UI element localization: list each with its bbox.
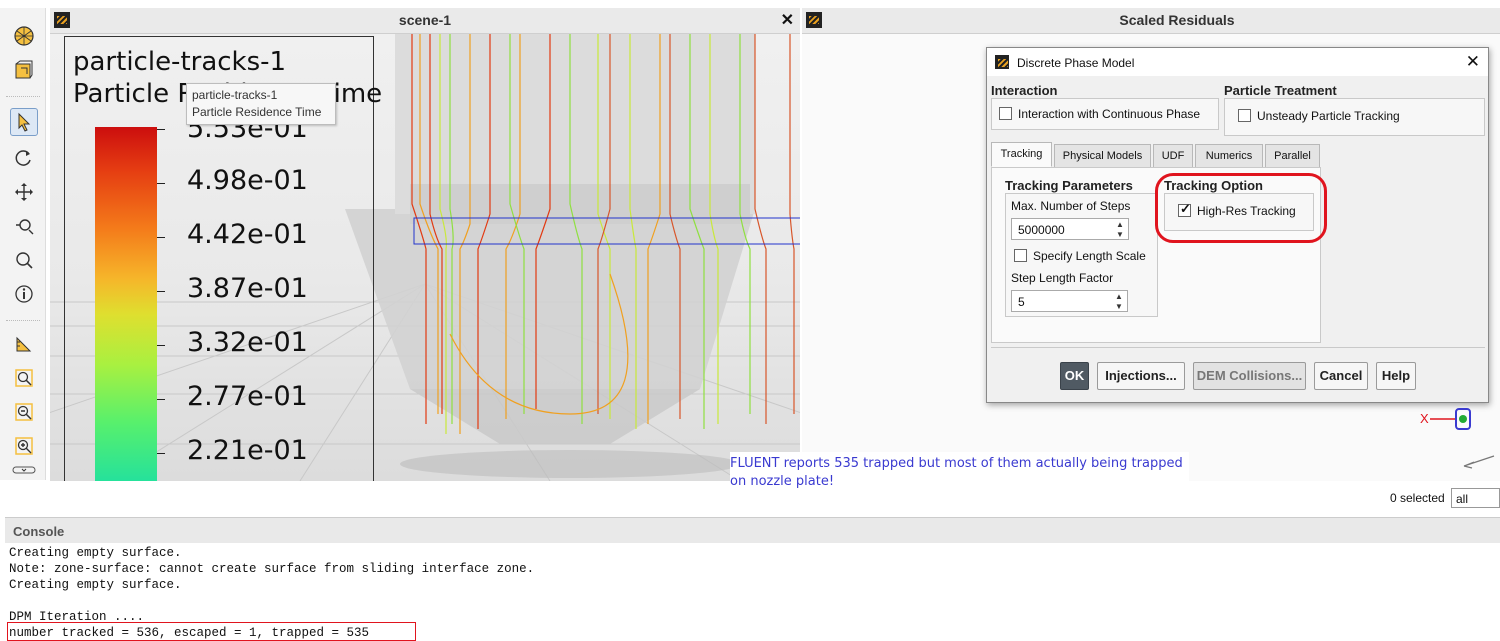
tab-udf[interactable]: UDF	[1153, 144, 1193, 168]
select-pointer-icon[interactable]	[10, 108, 38, 136]
injections-button[interactable]: Injections...	[1097, 362, 1185, 390]
spin-up-icon[interactable]: ▲	[1114, 293, 1124, 301]
legend-tick	[157, 183, 165, 184]
zoom-icon[interactable]	[10, 246, 38, 274]
more-tools-icon[interactable]	[10, 464, 38, 476]
max-steps-input[interactable]: 5000000 ▲ ▼	[1011, 218, 1129, 240]
residuals-title: Scaled Residuals	[1119, 12, 1235, 28]
highlight-box	[7, 622, 416, 641]
dialog-title: Discrete Phase Model	[1017, 56, 1135, 70]
legend-tick-label: 4.98e-01	[187, 165, 308, 196]
graphics-toolbar	[0, 8, 46, 480]
fit-sphere-icon[interactable]	[10, 22, 38, 50]
button-divider	[991, 347, 1485, 348]
interaction-checkbox[interactable]	[999, 107, 1012, 120]
spin-up-icon[interactable]: ▲	[1115, 221, 1125, 229]
console-line: Creating empty surface.	[9, 578, 182, 592]
particle-treatment-header: Particle Treatment	[1224, 83, 1337, 98]
tab-physical-models[interactable]: Physical Models	[1054, 144, 1151, 168]
legend-tick-label: 2.77e-01	[187, 381, 308, 412]
step-length-value: 5	[1018, 295, 1025, 309]
info-icon[interactable]	[10, 280, 38, 308]
console-header: Console	[5, 517, 1500, 543]
ansys-app-icon	[995, 55, 1009, 69]
tab-numerics[interactable]: Numerics	[1195, 144, 1263, 168]
scene-window-titlebar: scene-1 ✕	[50, 8, 800, 34]
selection-filter-dropdown[interactable]: all	[1451, 488, 1500, 508]
zoom-interactive-icon[interactable]	[10, 212, 38, 240]
cancel-button[interactable]: Cancel	[1314, 362, 1368, 390]
console-line: Creating empty surface.	[9, 546, 182, 560]
interaction-group-header: Interaction	[991, 83, 1058, 98]
tooltip-line: Particle Residence Time	[192, 105, 322, 119]
tab-tracking[interactable]: Tracking	[991, 142, 1052, 167]
legend-tick-label: 3.87e-01	[187, 273, 308, 304]
ruler-icon[interactable]	[10, 330, 38, 358]
pan-icon[interactable]	[10, 178, 38, 206]
dialog-titlebar: Discrete Phase Model ✕	[987, 48, 1488, 76]
legend-tick-label: 2.21e-01	[187, 435, 308, 466]
svg-text:X: X	[1420, 411, 1429, 426]
tracking-parameters-header: Tracking Parameters	[1005, 178, 1133, 193]
spin-down-icon[interactable]: ▼	[1114, 303, 1124, 311]
console-title: Console	[13, 524, 65, 539]
colorbar	[95, 127, 157, 481]
legend-tick	[157, 399, 165, 400]
help-button[interactable]: Help	[1376, 362, 1416, 390]
unsteady-tracking-checkbox[interactable]	[1238, 109, 1251, 122]
tooltip-line: particle-tracks-1	[192, 88, 278, 102]
axis-triad-icon: X	[1420, 408, 1471, 430]
ok-button[interactable]: OK	[1060, 362, 1089, 390]
scene-title: scene-1	[398, 12, 452, 28]
legend-tick	[157, 129, 165, 130]
spin-down-icon[interactable]: ▼	[1115, 231, 1125, 239]
colormap-legend: particle-tracks-1 Particle Residence Tim…	[64, 36, 382, 481]
rotate-icon[interactable]	[10, 144, 38, 172]
view-box-icon[interactable]	[10, 56, 38, 84]
specify-length-label: Specify Length Scale	[1033, 249, 1146, 263]
legend-tick-label: 4.42e-01	[187, 219, 308, 250]
legend-tooltip: particle-tracks-1 Particle Residence Tim…	[186, 83, 336, 125]
zoom-out-icon[interactable]	[10, 432, 38, 460]
close-icon[interactable]: ✕	[1466, 52, 1480, 72]
close-icon[interactable]: ✕	[781, 10, 794, 30]
step-length-input[interactable]: 5 ▲ ▼	[1011, 290, 1128, 312]
legend-tick-label: 3.32e-01	[187, 327, 308, 358]
expand-arrow-icon[interactable]	[1462, 454, 1496, 470]
selection-count: 0 selected	[1390, 491, 1445, 505]
zoom-fit-icon[interactable]	[10, 364, 38, 392]
console-line: Note: zone-surface: cannot create surfac…	[9, 562, 535, 576]
legend-title: particle-tracks-1	[73, 47, 287, 77]
step-length-label: Step Length Factor	[1011, 271, 1114, 285]
residuals-window-titlebar: Scaled Residuals	[802, 8, 1500, 34]
legend-tick	[157, 345, 165, 346]
graphics-viewport[interactable]: particle-tracks-1 Particle Residence Tim…	[50, 34, 800, 481]
legend-tick	[157, 237, 165, 238]
specify-length-checkbox[interactable]	[1014, 249, 1027, 262]
zoom-in-icon[interactable]	[10, 398, 38, 426]
unsteady-tracking-label: Unsteady Particle Tracking	[1257, 109, 1400, 123]
interaction-label: Interaction with Continuous Phase	[1018, 107, 1201, 121]
dem-collisions-button[interactable]: DEM Collisions...	[1193, 362, 1306, 390]
fluent-workspace: scene-1 ✕ particle-tracks-1 Particle Tim…	[0, 0, 1500, 641]
legend-tick	[157, 291, 165, 292]
highlight-circle	[1155, 173, 1327, 243]
max-steps-label: Max. Number of Steps	[1011, 199, 1131, 213]
legend-tick	[157, 453, 165, 454]
tab-parallel[interactable]: Parallel	[1265, 144, 1320, 168]
max-steps-value: 5000000	[1018, 223, 1065, 237]
